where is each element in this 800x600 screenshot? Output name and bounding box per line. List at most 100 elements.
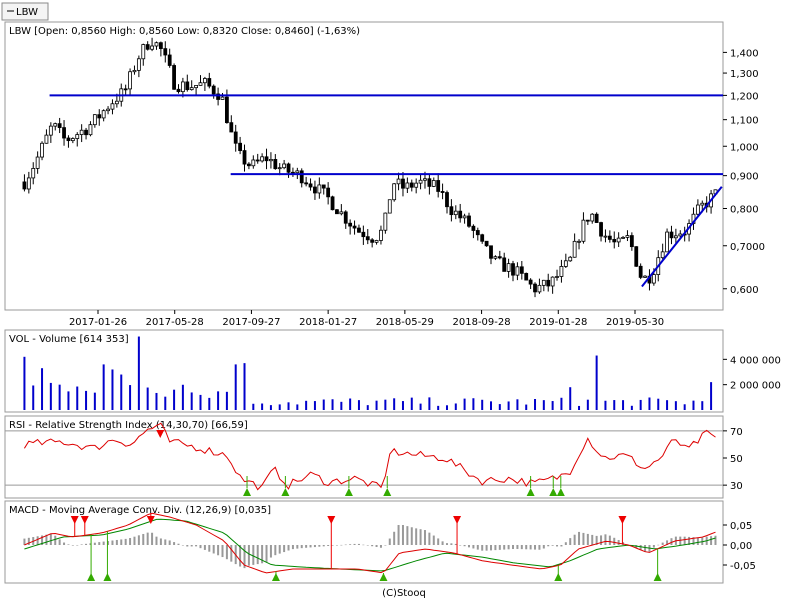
macd-histogram-bar <box>327 545 330 546</box>
candle <box>150 45 154 50</box>
macd-histogram-bar <box>569 538 572 545</box>
candle <box>374 240 379 243</box>
volume-bar <box>490 401 493 410</box>
macd-histogram-bar <box>335 545 338 546</box>
volume-bar <box>305 400 308 410</box>
macd-histogram-bar <box>710 536 713 545</box>
volume-bar <box>173 389 176 410</box>
candle <box>431 180 436 187</box>
macd-y-tick-label: 0,05 <box>730 521 752 532</box>
candle <box>409 182 414 188</box>
candle <box>66 137 71 142</box>
macd-histogram-bar <box>322 545 325 547</box>
candle <box>180 81 185 93</box>
candle <box>114 100 119 105</box>
macd-histogram-bar <box>221 545 224 558</box>
candle <box>92 114 97 126</box>
price-y-tick-label: 1,300 <box>730 69 759 80</box>
macd-histogram-bar <box>305 545 308 548</box>
macd-histogram-bar <box>608 535 611 545</box>
price-y-tick-label: 1,200 <box>730 91 759 102</box>
macd-histogram-bar <box>256 545 259 565</box>
candle <box>75 134 80 139</box>
candle <box>163 48 168 56</box>
volume-bar <box>657 398 660 410</box>
macd-histogram-bar <box>379 545 382 548</box>
price-panel-title: LBW [Open: 0,8560 High: 0,8560 Low: 0,83… <box>9 26 360 37</box>
date-tick-label: 2019-01-28 <box>529 317 587 328</box>
volume-bar <box>551 401 554 410</box>
candle <box>392 183 397 201</box>
candle <box>97 114 102 119</box>
macd-histogram-bar <box>283 545 286 553</box>
macd-histogram-bar <box>547 545 550 547</box>
macd-histogram-bar <box>137 535 140 545</box>
macd-histogram-bar <box>428 532 431 545</box>
candle <box>57 123 62 129</box>
candle <box>493 256 498 259</box>
volume-bar <box>419 403 422 410</box>
volume-bar <box>692 400 695 410</box>
candle <box>629 235 634 248</box>
symbol-button-label: LBW <box>16 7 38 18</box>
macd-histogram-bar <box>375 545 378 547</box>
symbol-button[interactable]: LBW <box>1 2 49 21</box>
macd-histogram-bar <box>168 540 171 545</box>
volume-y-tick-label: 4 000 000 <box>730 355 781 366</box>
volume-bar <box>401 401 404 410</box>
macd-histogram-bar <box>556 545 559 547</box>
volume-bar <box>85 390 88 410</box>
volume-bar <box>674 401 677 410</box>
macd-histogram-bar <box>203 545 206 550</box>
candle <box>643 275 647 278</box>
macd-histogram-bar <box>459 545 462 546</box>
candle <box>26 177 31 190</box>
volume-bar <box>542 400 545 410</box>
macd-histogram-bar <box>151 532 154 545</box>
macd-histogram-bar <box>225 545 228 560</box>
candle <box>673 235 678 239</box>
candle <box>132 69 137 73</box>
candle <box>260 156 265 162</box>
candle <box>590 213 595 222</box>
volume-bar <box>701 401 704 410</box>
volume-bar <box>155 392 158 410</box>
candle <box>625 235 630 238</box>
macd-histogram-bar <box>494 545 497 551</box>
macd-histogram-bar <box>467 545 470 548</box>
macd-histogram-bar <box>115 539 118 545</box>
candle <box>638 265 643 278</box>
candle <box>480 234 485 242</box>
volume-bar <box>58 384 61 410</box>
macd-histogram-bar <box>349 544 352 545</box>
macd-histogram-bar <box>564 542 567 545</box>
macd-panel-title: MACD - Moving Average Conv. Div. (12,26,… <box>9 505 271 516</box>
macd-histogram-bar <box>208 545 211 552</box>
candle <box>519 266 524 274</box>
volume-bar <box>481 399 484 410</box>
candle <box>665 231 669 253</box>
macd-histogram-bar <box>111 540 114 545</box>
volume-bar <box>463 398 466 410</box>
volume-bar <box>217 391 220 410</box>
macd-histogram-bar <box>714 535 717 545</box>
macd-histogram-bar <box>604 534 607 545</box>
macd-histogram-bar <box>124 538 127 545</box>
candle <box>497 256 502 259</box>
candle <box>695 204 700 215</box>
candle <box>621 236 625 239</box>
macd-histogram-bar <box>388 538 391 545</box>
macd-histogram-bar <box>199 545 202 549</box>
macd-histogram-bar <box>371 545 374 547</box>
macd-histogram-bar <box>432 535 435 545</box>
candle <box>313 186 317 194</box>
candle <box>651 274 656 284</box>
candle <box>286 163 291 173</box>
candle <box>563 260 568 267</box>
candle <box>123 88 128 91</box>
footer-copyright: (C)Stooq <box>382 588 426 599</box>
volume-bar <box>604 400 607 410</box>
candle <box>660 251 665 259</box>
candle <box>585 219 590 222</box>
volume-bar <box>331 399 334 410</box>
